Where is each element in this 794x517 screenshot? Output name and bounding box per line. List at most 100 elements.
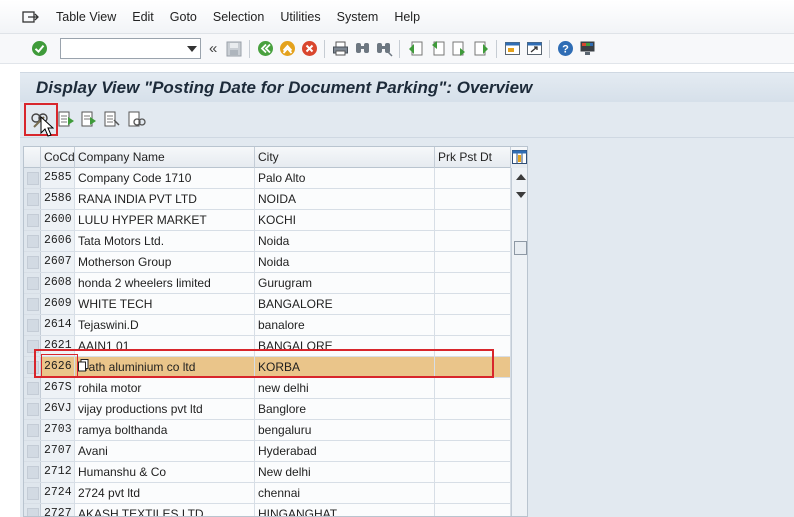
first-page-icon[interactable] xyxy=(406,40,424,58)
cell-cocd[interactable]: 2608 xyxy=(41,273,75,293)
table-row[interactable]: 2614 Tejaswini.D banalore xyxy=(24,315,527,336)
cell-city[interactable]: chennai xyxy=(255,483,435,503)
menu-help[interactable]: Help xyxy=(394,10,420,24)
cell-company-name[interactable]: RANA INDIA PVT LTD xyxy=(75,189,255,209)
row-selector[interactable] xyxy=(24,168,41,188)
cell-company-name[interactable]: ramya bolthanda xyxy=(75,420,255,440)
command-input[interactable] xyxy=(61,39,181,58)
row-selector[interactable] xyxy=(24,420,41,440)
cell-company-name[interactable]: WHITE TECH xyxy=(75,294,255,314)
row-selector[interactable] xyxy=(24,315,41,335)
cell-company-name[interactable]: vijay productions pvt ltd xyxy=(75,399,255,419)
table-row[interactable]: 2712 Humanshu & Co New delhi xyxy=(24,462,527,483)
menu-edit[interactable]: Edit xyxy=(132,10,154,24)
cell-prk-pst-dt[interactable] xyxy=(435,483,511,503)
table-row[interactable]: 2607 Motherson Group Noida xyxy=(24,252,527,273)
cell-company-name[interactable]: Motherson Group xyxy=(75,252,255,272)
cell-prk-pst-dt[interactable] xyxy=(435,231,511,251)
row-selector[interactable] xyxy=(24,483,41,503)
row-selector[interactable] xyxy=(24,378,41,398)
scroll-thumb[interactable] xyxy=(514,241,527,255)
cell-company-name[interactable]: Avani xyxy=(75,441,255,461)
cell-company-name[interactable]: honda 2 wheelers limited xyxy=(75,273,255,293)
customize-layout-icon[interactable] xyxy=(578,40,596,58)
cell-city[interactable]: Hyderabad xyxy=(255,441,435,461)
scroll-down-icon[interactable] xyxy=(516,192,526,198)
cell-company-name[interactable]: Tejaswini.D xyxy=(75,315,255,335)
cell-cocd[interactable]: 2614 xyxy=(41,315,75,335)
table-row[interactable]: 267S rohila motor new delhi xyxy=(24,378,527,399)
table-row[interactable]: 2585 Company Code 1710 Palo Alto xyxy=(24,168,527,189)
cell-prk-pst-dt[interactable] xyxy=(435,399,511,419)
new-session-icon[interactable] xyxy=(503,40,521,58)
menu-system[interactable]: System xyxy=(337,10,379,24)
header-selector[interactable] xyxy=(24,147,41,168)
vertical-scrollbar[interactable] xyxy=(511,168,527,516)
cell-company-name[interactable]: Company Code 1710 xyxy=(75,168,255,188)
chevron-down-icon[interactable] xyxy=(187,46,197,52)
find-icon[interactable] xyxy=(353,40,371,58)
column-header-city[interactable]: City xyxy=(255,147,435,168)
cell-city[interactable]: Gurugram xyxy=(255,273,435,293)
table-row[interactable]: 26VJ vijay productions pvt ltd Banglore xyxy=(24,399,527,420)
cell-city[interactable]: bengaluru xyxy=(255,420,435,440)
row-selector[interactable] xyxy=(24,231,41,251)
help-icon[interactable]: ? xyxy=(556,40,574,58)
cell-cocd[interactable]: 2586 xyxy=(41,189,75,209)
cell-company-name[interactable]: Humanshu & Co xyxy=(75,462,255,482)
table-settings-icon[interactable] xyxy=(511,147,527,168)
cell-company-name[interactable]: rohila motor xyxy=(75,378,255,398)
row-selector[interactable] xyxy=(24,504,41,516)
cell-prk-pst-dt[interactable] xyxy=(435,273,511,293)
row-selector[interactable] xyxy=(24,294,41,314)
row-selector[interactable] xyxy=(24,189,41,209)
cell-prk-pst-dt[interactable] xyxy=(435,189,511,209)
cell-prk-pst-dt[interactable] xyxy=(435,315,511,335)
find-next-icon[interactable] xyxy=(375,40,393,58)
enter-icon[interactable] xyxy=(30,40,48,58)
cell-city[interactable]: banalore xyxy=(255,315,435,335)
table-row[interactable]: 2703 ramya bolthanda bengaluru xyxy=(24,420,527,441)
exit-icon[interactable] xyxy=(278,40,296,58)
cell-city[interactable]: Palo Alto xyxy=(255,168,435,188)
cell-cocd[interactable]: 2703 xyxy=(41,420,75,440)
row-selector[interactable] xyxy=(24,399,41,419)
cell-cocd[interactable]: 26VJ xyxy=(41,399,75,419)
column-header-prk-pst-dt[interactable]: Prk Pst Dt xyxy=(435,147,511,168)
cell-city[interactable]: new delhi xyxy=(255,378,435,398)
cell-prk-pst-dt[interactable] xyxy=(435,168,511,188)
cell-cocd[interactable]: 2609 xyxy=(41,294,75,314)
cell-cocd[interactable]: 2727 xyxy=(41,504,75,516)
menu-exit-icon[interactable] xyxy=(22,10,40,24)
table-row[interactable]: 2727 AKASH TEXTILES LTD HINGANGHAT xyxy=(24,504,527,516)
details-icon[interactable] xyxy=(128,110,146,130)
cell-prk-pst-dt[interactable] xyxy=(435,378,511,398)
cell-prk-pst-dt[interactable] xyxy=(435,294,511,314)
row-selector[interactable] xyxy=(24,462,41,482)
cell-city[interactable]: Banglore xyxy=(255,399,435,419)
cell-cocd[interactable]: 2607 xyxy=(41,252,75,272)
save-icon[interactable] xyxy=(225,40,243,58)
deselect-all-icon[interactable] xyxy=(104,110,122,130)
collapse-command-icon[interactable]: « xyxy=(209,41,217,56)
back-icon[interactable] xyxy=(256,40,274,58)
cell-city[interactable]: NOIDA xyxy=(255,189,435,209)
cell-prk-pst-dt[interactable] xyxy=(435,252,511,272)
cell-company-name[interactable]: LULU HYPER MARKET xyxy=(75,210,255,230)
cell-cocd[interactable]: 2707 xyxy=(41,441,75,461)
print-icon[interactable] xyxy=(331,40,349,58)
cell-company-name[interactable]: AKASH TEXTILES LTD xyxy=(75,504,255,516)
menu-goto[interactable]: Goto xyxy=(170,10,197,24)
cell-cocd[interactable]: 2724 xyxy=(41,483,75,503)
cell-cocd[interactable]: 2712 xyxy=(41,462,75,482)
table-row[interactable]: 2707 Avani Hyderabad xyxy=(24,441,527,462)
menu-selection[interactable]: Selection xyxy=(213,10,264,24)
cell-city[interactable]: BANGALORE xyxy=(255,294,435,314)
cell-city[interactable]: Noida xyxy=(255,252,435,272)
cell-city[interactable]: New delhi xyxy=(255,462,435,482)
last-page-icon[interactable] xyxy=(472,40,490,58)
table-row[interactable]: 2724 2724 pvt ltd chennai xyxy=(24,483,527,504)
scroll-up-icon[interactable] xyxy=(516,174,526,180)
row-selector[interactable] xyxy=(24,252,41,272)
column-header-company-name[interactable]: Company Name xyxy=(75,147,255,168)
